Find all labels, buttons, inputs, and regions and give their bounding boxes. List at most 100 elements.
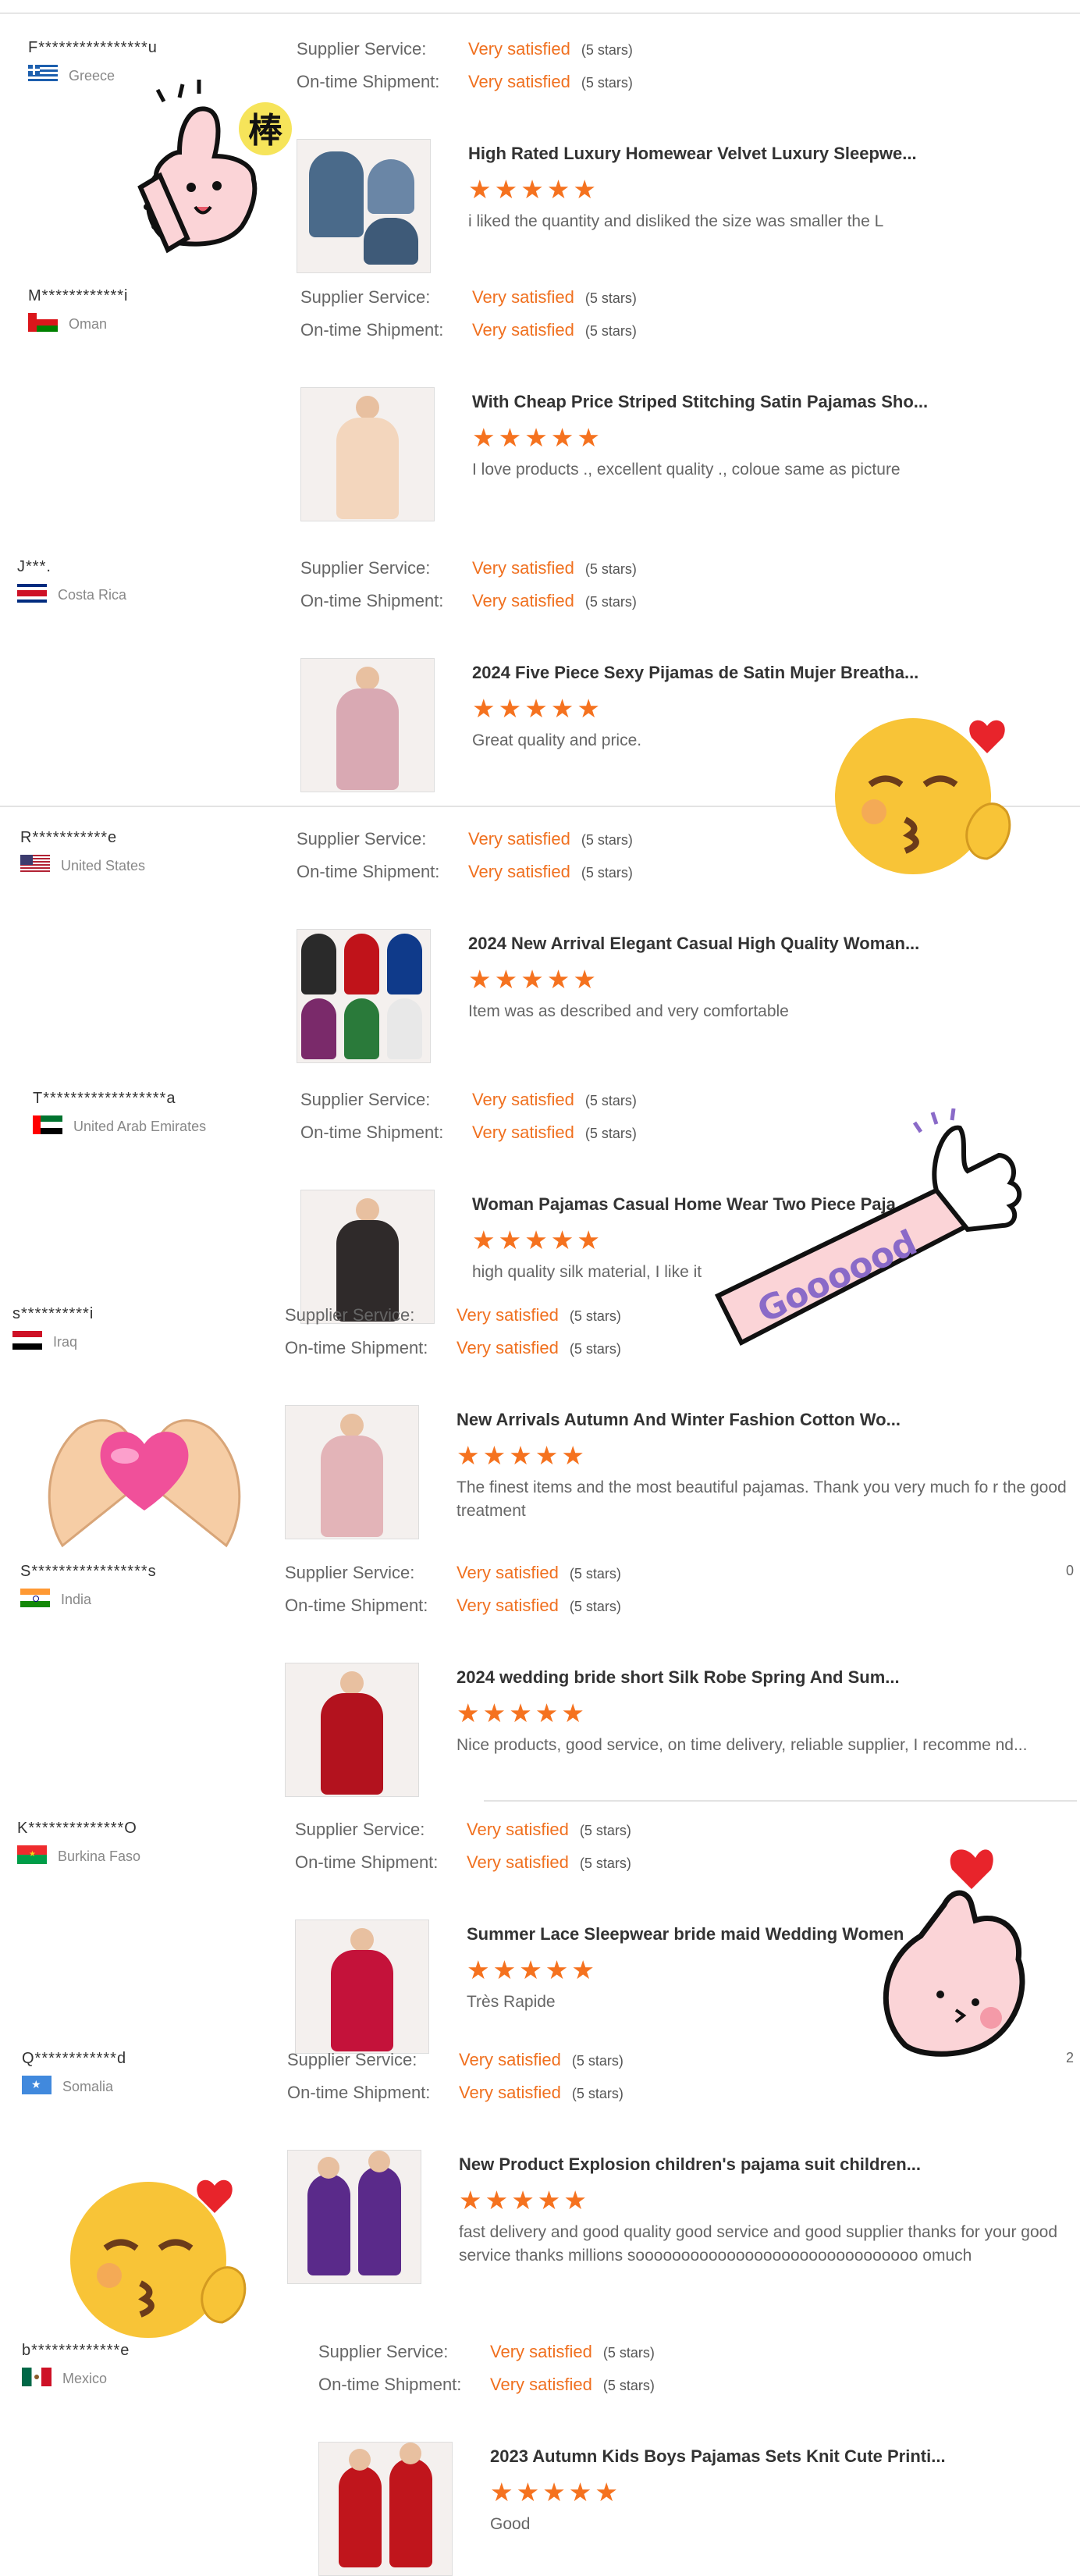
on-time-shipment-label: On-time Shipment: xyxy=(300,591,444,610)
product-figure xyxy=(307,2174,350,2275)
star-icon: ★ xyxy=(535,1699,559,1727)
product-thumbnail[interactable] xyxy=(297,929,431,1063)
on-time-shipment-row: On-time Shipment: Very satisfied (5 star… xyxy=(295,1852,631,1885)
on-time-shipment-stars: (5 stars) xyxy=(569,1599,621,1614)
supplier-service-value: Very satisfied xyxy=(457,1305,559,1325)
product-info: New Product Explosion children's pajama … xyxy=(459,2150,1075,2284)
product-figure xyxy=(321,1693,383,1795)
reviewer-country: Oman xyxy=(28,313,262,336)
on-time-shipment-row: On-time Shipment: Very satisfied (5 star… xyxy=(287,2083,623,2115)
star-icon: ★ xyxy=(524,1226,548,1254)
supplier-service-value: Very satisfied xyxy=(459,2050,561,2069)
product-block: With Cheap Price Striped Stitching Satin… xyxy=(300,387,1080,521)
on-time-shipment-row: On-time Shipment: Very satisfied (5 star… xyxy=(318,2375,655,2407)
product-info: 2023 Autumn Kids Boys Pajamas Sets Knit … xyxy=(490,2442,1080,2576)
product-title[interactable]: New Arrivals Autumn And Winter Fashion C… xyxy=(457,1410,1073,1430)
supplier-service-value: Very satisfied xyxy=(472,1090,574,1109)
supplier-service-stars: (5 stars) xyxy=(584,561,637,577)
star-icon: ★ xyxy=(472,1226,496,1254)
supplier-service-value: Very satisfied xyxy=(468,829,570,849)
star-icon: ★ xyxy=(563,2186,587,2215)
star-icon: ★ xyxy=(468,965,492,994)
product-thumbnail[interactable] xyxy=(287,2150,421,2284)
somalia-flag-icon: ★ xyxy=(22,2076,52,2098)
reviewer-country: ★ Burkina Faso xyxy=(17,1845,251,1868)
rating-details: Supplier Service: Very satisfied (5 star… xyxy=(285,1305,621,1371)
on-time-shipment-row: On-time Shipment: Very satisfied (5 star… xyxy=(300,1123,637,1155)
supplier-service-stars: (5 stars) xyxy=(571,2053,623,2069)
product-thumbnail[interactable] xyxy=(285,1405,419,1539)
review-comment: fast delivery and good quality good serv… xyxy=(459,2223,1057,2265)
star-icon: ★ xyxy=(550,1226,574,1254)
rating-details: Supplier Service: Very satisfied (5 star… xyxy=(287,2050,623,2115)
star-icon: ★ xyxy=(561,1699,584,1727)
supplier-service-row: Supplier Service: Very satisfied (5 star… xyxy=(295,1820,631,1852)
on-time-shipment-value: Very satisfied xyxy=(457,1596,559,1615)
product-block: New Product Explosion children's pajama … xyxy=(287,2150,1075,2284)
thumbs-up-sticker: 棒 xyxy=(125,78,304,258)
rating-details: Supplier Service: Very satisfied (5 star… xyxy=(300,1090,637,1155)
star-icon: ★ xyxy=(550,423,574,452)
on-time-shipment-row: On-time Shipment: Very satisfied (5 star… xyxy=(297,862,633,895)
product-title[interactable]: High Rated Luxury Homewear Velvet Luxury… xyxy=(468,144,1080,164)
product-title[interactable]: 2024 New Arrival Elegant Casual High Qua… xyxy=(468,934,1080,954)
reviewer-name: K**************O xyxy=(17,1820,137,1837)
product-title[interactable]: New Product Explosion children's pajama … xyxy=(459,2154,1075,2175)
star-icon: ★ xyxy=(545,1955,569,1984)
product-figure xyxy=(387,998,422,1059)
edge-marker: 2 xyxy=(1065,2050,1074,2065)
product-figure xyxy=(364,218,418,265)
reviewer-name: S*****************s xyxy=(20,1563,157,1580)
product-thumbnail[interactable] xyxy=(297,139,431,273)
kissing-face-emoji xyxy=(827,710,1030,882)
star-rating: ★ ★ ★ ★ ★ xyxy=(459,2187,1075,2213)
product-title[interactable]: 2023 Autumn Kids Boys Pajamas Sets Knit … xyxy=(490,2446,1080,2467)
reviewer-name: M************i xyxy=(28,287,129,304)
supplier-service-row: Supplier Service: Very satisfied (5 star… xyxy=(300,1090,637,1123)
star-icon: ★ xyxy=(498,1226,522,1254)
supplier-service-value: Very satisfied xyxy=(490,2342,592,2361)
star-icon: ★ xyxy=(494,175,518,204)
supplier-service-row: Supplier Service: Very satisfied (5 star… xyxy=(300,558,637,591)
on-time-shipment-stars: (5 stars) xyxy=(569,1341,621,1357)
product-thumbnail[interactable] xyxy=(300,387,435,521)
product-block: 2024 New Arrival Elegant Casual High Qua… xyxy=(297,929,1080,1063)
product-thumbnail[interactable] xyxy=(318,2442,453,2576)
product-title[interactable]: 2024 Five Piece Sexy Pijamas de Satin Mu… xyxy=(472,663,1080,683)
greece-flag-icon xyxy=(28,65,58,87)
star-icon: ★ xyxy=(509,1699,532,1727)
star-icon: ★ xyxy=(498,423,522,452)
supplier-service-value: Very satisfied xyxy=(472,558,574,578)
star-icon: ★ xyxy=(568,2478,592,2507)
on-time-shipment-row: On-time Shipment: Very satisfied (5 star… xyxy=(297,72,633,105)
review-comment: Nice products, good service, on time del… xyxy=(457,1736,1028,1754)
star-icon: ★ xyxy=(535,1441,559,1470)
star-rating: ★ ★ ★ ★ ★ xyxy=(472,425,1080,450)
product-thumbnail[interactable] xyxy=(295,1920,429,2054)
on-time-shipment-label: On-time Shipment: xyxy=(295,1852,439,1872)
on-time-shipment-label: On-time Shipment: xyxy=(300,320,444,340)
supplier-service-label: Supplier Service: xyxy=(285,1305,415,1325)
star-icon: ★ xyxy=(524,423,548,452)
star-icon: ★ xyxy=(485,2186,509,2215)
on-time-shipment-value: Very satisfied xyxy=(467,1852,569,1872)
product-title[interactable]: 2024 wedding bride short Silk Robe Sprin… xyxy=(457,1667,1073,1688)
supplier-service-value: Very satisfied xyxy=(467,1820,569,1839)
product-thumbnail[interactable] xyxy=(285,1663,419,1797)
product-title[interactable]: With Cheap Price Striped Stitching Satin… xyxy=(472,392,1080,412)
star-icon: ★ xyxy=(457,1699,480,1727)
burkina-faso-flag-icon: ★ xyxy=(17,1845,47,1868)
star-icon: ★ xyxy=(472,423,496,452)
supplier-service-label: Supplier Service: xyxy=(295,1820,425,1839)
on-time-shipment-row: On-time Shipment: Very satisfied (5 star… xyxy=(285,1338,621,1371)
supplier-service-label: Supplier Service: xyxy=(285,1563,415,1582)
product-thumbnail[interactable] xyxy=(300,658,435,792)
supplier-service-label: Supplier Service: xyxy=(300,1090,431,1109)
star-icon: ★ xyxy=(472,694,496,723)
star-icon: ★ xyxy=(511,2186,535,2215)
reviewer-info: S*****************s India xyxy=(20,1563,254,1611)
country-name: Iraq xyxy=(53,1334,78,1350)
supplier-service-stars: (5 stars) xyxy=(602,2345,655,2361)
product-thumbnail[interactable] xyxy=(300,1190,435,1324)
star-icon: ★ xyxy=(542,2478,566,2507)
